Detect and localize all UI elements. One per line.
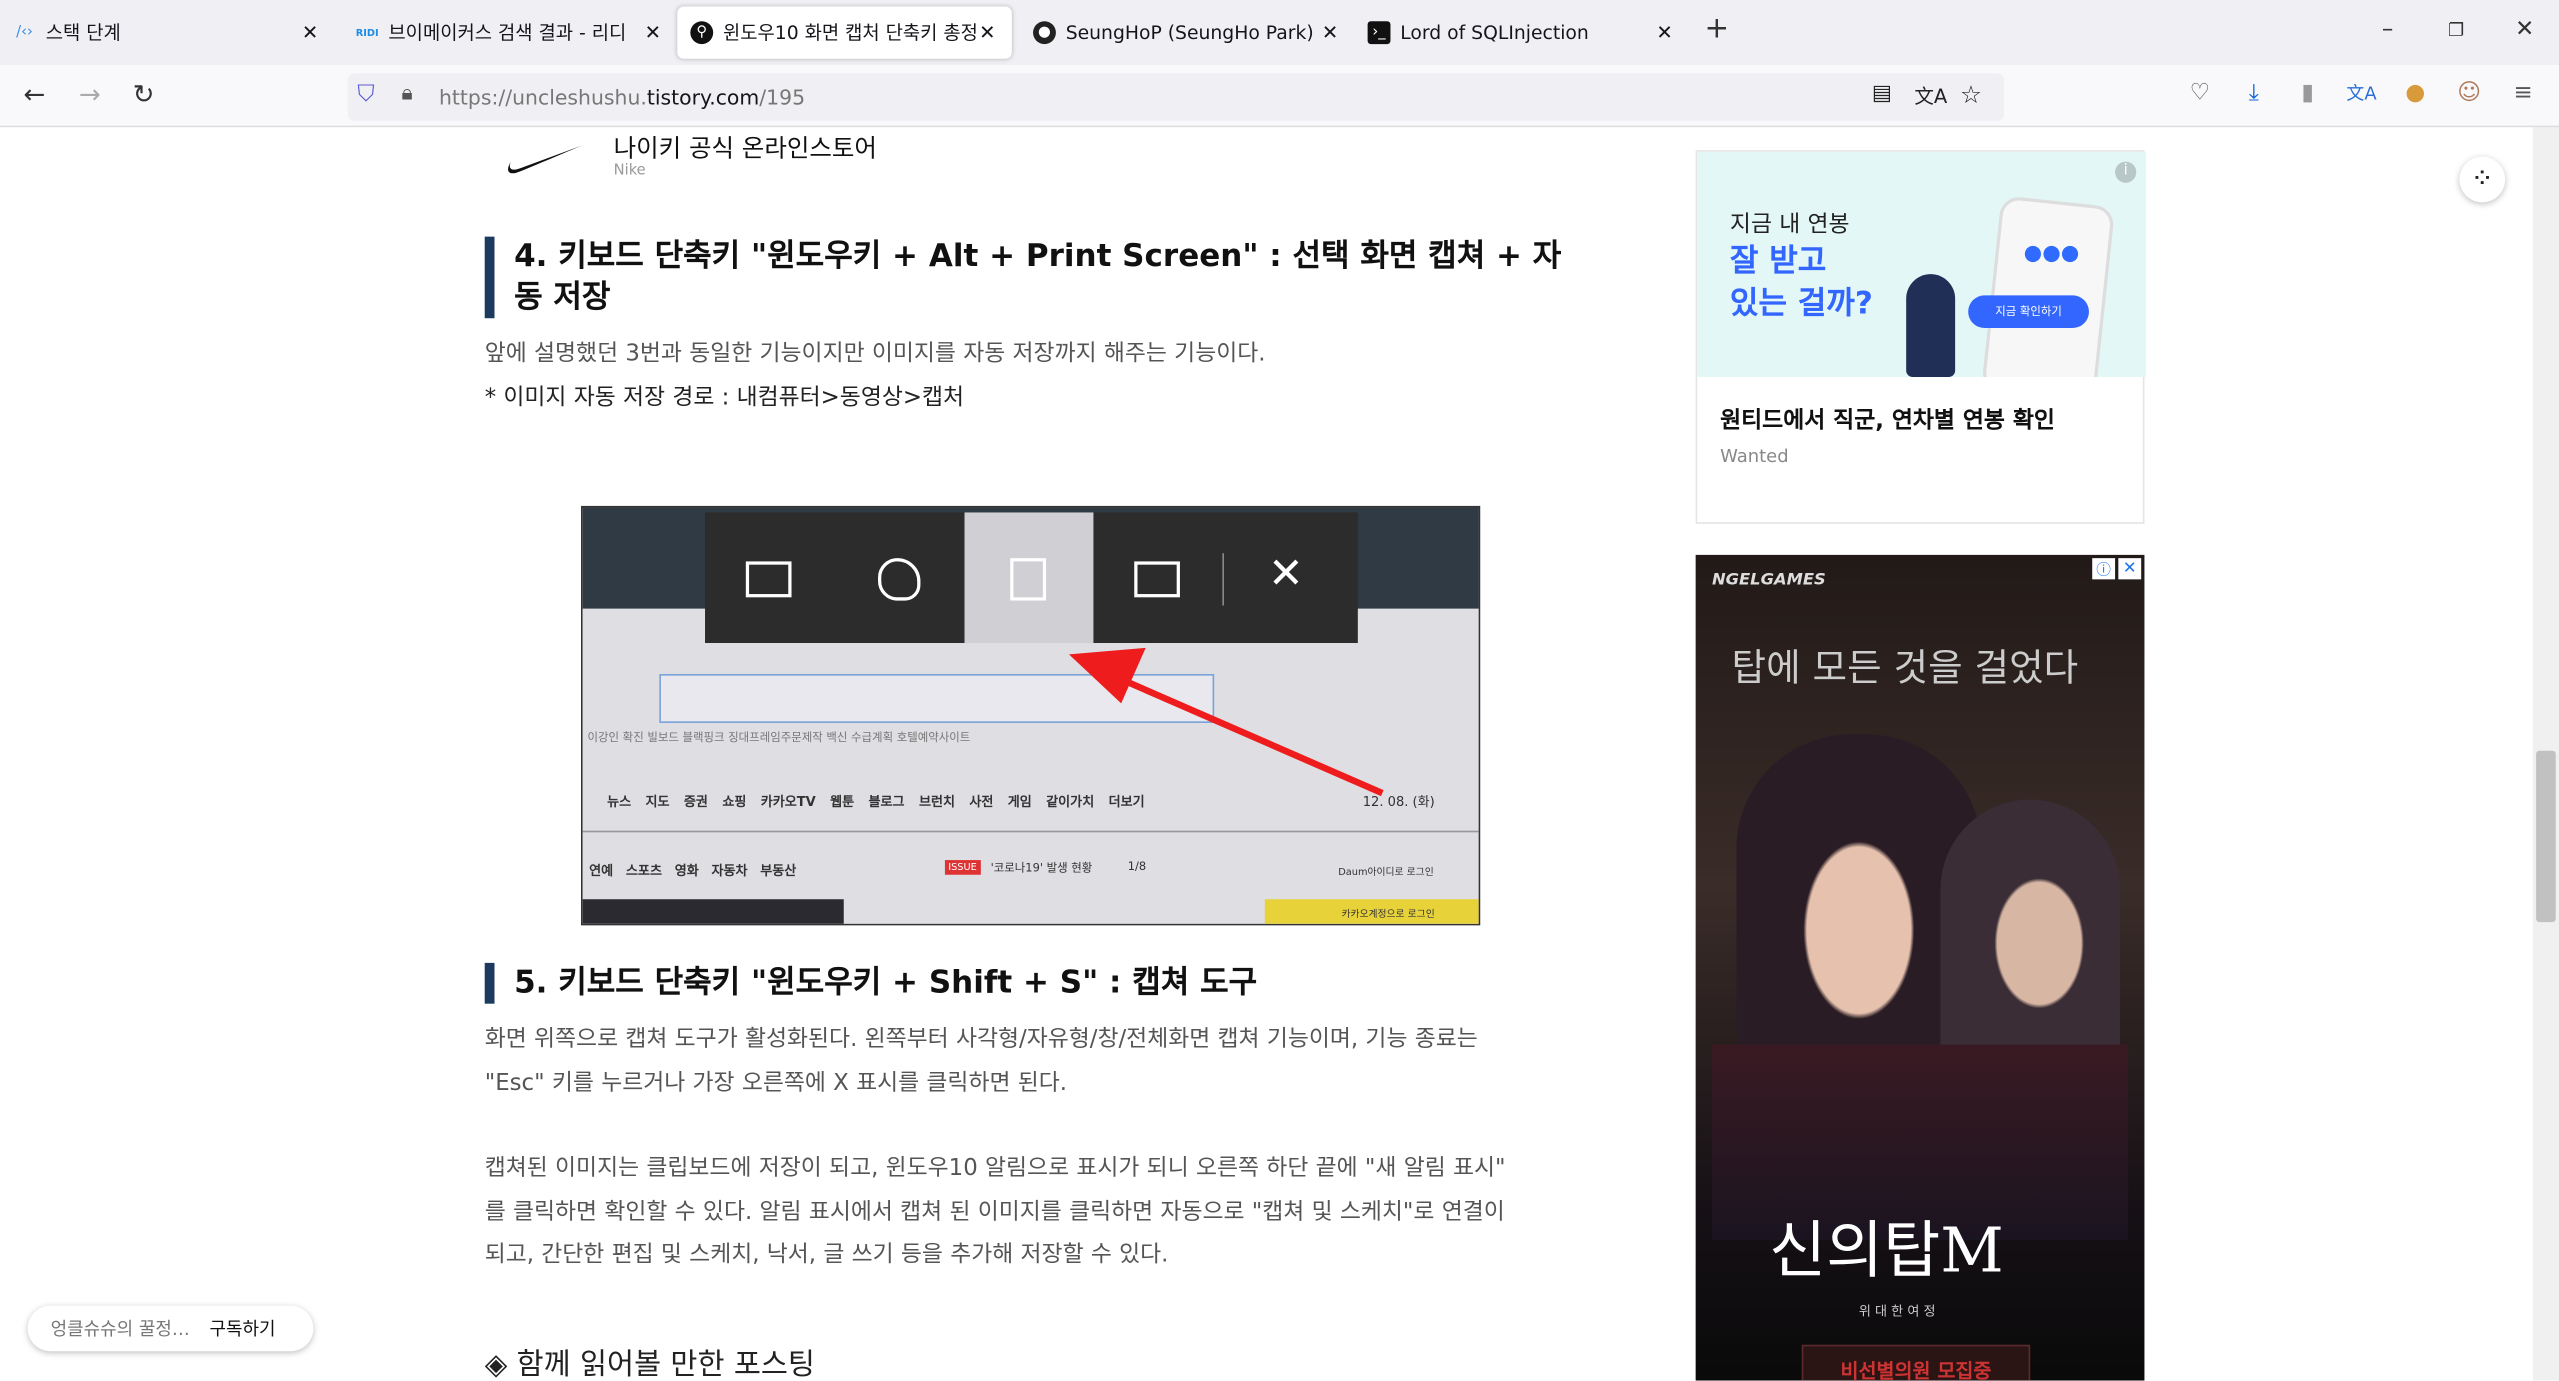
- tab-ridi[interactable]: RIDI 브이메이커스 검색 결과 - 리디 ✕: [343, 7, 678, 59]
- terminal-icon: ›_: [1367, 21, 1391, 45]
- woman-illustration: [1906, 274, 1956, 377]
- lock-icon[interactable]: 🔒︎: [401, 82, 412, 106]
- shield-icon[interactable]: ⛉: [357, 82, 374, 108]
- reload-button[interactable]: ↻: [126, 78, 162, 109]
- screenshot-image: ✕ 이강인 확진 빌보드 블랙핑크 징대프레임주문제작 백신 수급계획 호텔예약…: [580, 505, 1481, 926]
- code-brackets-icon: /‹›: [16, 24, 33, 41]
- cookie-icon[interactable]: ●: [2399, 80, 2432, 113]
- minimize-button[interactable]: –: [2371, 16, 2404, 42]
- extension-icon[interactable]: ▮: [2291, 80, 2324, 113]
- ad-close-icon[interactable]: ✕: [2118, 558, 2142, 580]
- tab-sqli[interactable]: ›_ Lord of SQLInjection ✕: [1355, 7, 1690, 59]
- nav-bar: ← → ↻ ⛉ 🔒︎ https://uncleshushu.tistory.c…: [0, 65, 2559, 128]
- ridi-icon: RIDI: [355, 26, 379, 39]
- close-icon[interactable]: ✕: [299, 21, 322, 44]
- tab-bar: /‹› 스택 단계 ✕ RIDI 브이메이커스 검색 결과 - 리디 ✕ ⚲ 윈도우10 …: [0, 0, 2559, 66]
- promo-title[interactable]: 나이키 공식 온라인스토어: [614, 131, 877, 165]
- page-content: 나이키 공식 온라인스토어 Nike 4. 키보드 단축키 "윈도우키 + Al…: [0, 127, 2533, 1381]
- blog-name: 엉클슈슈의 꿀정…: [50, 1318, 190, 1340]
- github-icon: ●: [1033, 21, 1056, 45]
- ad-wanted-image: 지금 내 연봉 잘 받고 있는 걸까? ●●● 지금 확인하기 i: [1697, 151, 2147, 377]
- promo-brand: Nike: [613, 163, 646, 180]
- scrollbar-thumb[interactable]: [2536, 750, 2556, 923]
- section-heading-4: 4. 키보드 단축키 "윈도우키 + Alt + Print Screen" :…: [484, 236, 1578, 319]
- subscribe-bar: 엉클슈슈의 꿀정… 구독하기: [27, 1305, 314, 1352]
- translate-icon[interactable]: 文A: [1914, 82, 1947, 110]
- download-icon[interactable]: ⤓: [2237, 80, 2270, 113]
- ad-tower-of-god[interactable]: NGELGAMES ⓘ ✕ 탑에 모든 것을 걸었다 신의탑M 위 대 한 여 …: [1695, 554, 2145, 1381]
- wanted-logo: ●●●: [2023, 241, 2080, 267]
- related-posts-heading: ◈ 함께 읽어볼 만한 포스팅: [484, 1348, 815, 1381]
- ad-wanted[interactable]: 지금 내 연봉 잘 받고 있는 걸까? ●●● 지금 확인하기 i 원티드에서 …: [1695, 150, 2147, 524]
- tistory-menu-button[interactable]: ⁘: [2459, 156, 2506, 203]
- search-favicon: ⚲: [690, 21, 714, 45]
- restore-button[interactable]: ❐: [2440, 20, 2473, 41]
- anime-character: [1940, 799, 2120, 1061]
- pocket-icon[interactable]: ♡: [2184, 80, 2217, 113]
- subscribe-button[interactable]: 구독하기: [209, 1315, 275, 1341]
- section-heading-5: 5. 키보드 단축키 "윈도우키 + Shift + S" : 캡쳐 도구: [484, 962, 1257, 1004]
- close-window-button[interactable]: ✕: [2508, 16, 2541, 42]
- tab-active-article[interactable]: ⚲ 윈도우10 화면 캡처 단축키 총정리 ✕: [677, 6, 1012, 59]
- new-tab-button[interactable]: +: [1701, 11, 1734, 45]
- paragraph: 앞에 설명했던 3번과 동일한 기능이지만 이미지를 자동 저장까지 해주는 기…: [484, 341, 1266, 368]
- tab-stack[interactable]: /‹› 스택 단계 ✕: [0, 7, 335, 59]
- close-icon[interactable]: ✕: [1653, 21, 1676, 44]
- ad-info-icon[interactable]: i: [2115, 161, 2137, 183]
- avatar-extension-icon[interactable]: ☺: [2453, 80, 2486, 113]
- url-text[interactable]: https://uncleshushu.tistory.com/195: [439, 85, 805, 109]
- url-bar[interactable]: ⛉ 🔒︎ https://uncleshushu.tistory.com/195…: [347, 73, 2005, 121]
- close-icon[interactable]: ✕: [1319, 21, 1342, 44]
- menu-icon[interactable]: ≡: [2507, 80, 2540, 113]
- reader-view-icon[interactable]: ▤: [1872, 82, 1892, 106]
- translate-extension-icon[interactable]: 文A: [2345, 80, 2378, 113]
- ad-choices-icon[interactable]: ⓘ: [2092, 558, 2116, 580]
- tab-github[interactable]: ● SeungHoP (SeungHo Park) ✕: [1020, 7, 1355, 59]
- nike-logo: [508, 145, 583, 174]
- bookmark-star-icon[interactable]: ☆: [1960, 80, 1982, 109]
- back-button[interactable]: ←: [16, 78, 52, 109]
- close-icon[interactable]: ✕: [976, 21, 999, 44]
- forward-button[interactable]: →: [72, 78, 108, 109]
- close-icon[interactable]: ✕: [641, 21, 664, 44]
- paragraph-path: * 이미지 자동 저장 경로 : 내컴퓨터>동영상>캡처: [484, 385, 965, 412]
- red-arrow: [1068, 647, 1384, 797]
